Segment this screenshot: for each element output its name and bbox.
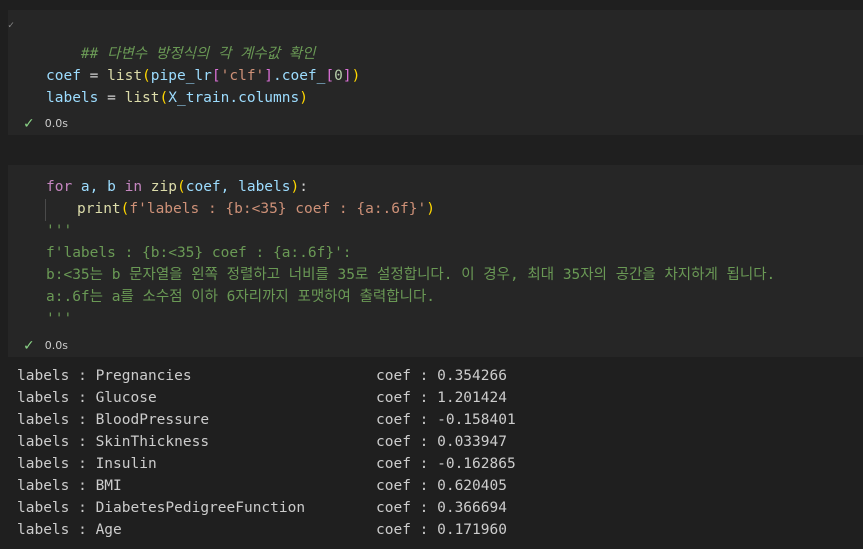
- output-label: labels : Insulin: [17, 456, 157, 472]
- token: 0: [334, 68, 343, 84]
- token: ): [299, 90, 308, 106]
- output-label: labels : Glucose: [17, 390, 157, 406]
- output-row: labels : DiabetesPedigreeFunction coef : …: [17, 497, 507, 519]
- cell-status: ✓ 0.0s: [23, 337, 68, 355]
- code-line-print: print(f'labels : {b:<35} coef : {a:.6f}'…: [77, 198, 435, 220]
- token: list: [124, 90, 160, 106]
- output-coef: coef : 0.354266: [376, 368, 507, 384]
- output-coef: coef : 1.201424: [376, 390, 507, 406]
- token: for: [46, 179, 73, 195]
- output-row: labels : Glucose coef : 1.201424: [17, 387, 507, 409]
- code-line-coef: coef = list(pipe_lr['clf'].coef_[0]): [46, 65, 360, 87]
- token: ]: [342, 68, 352, 84]
- token: =: [80, 68, 108, 84]
- code-cell-1[interactable]: ✓ ## 다변수 방정식의 각 계수값 확인 coef = list(pipe_…: [8, 10, 863, 135]
- code-line-comment: ## 다변수 방정식의 각 계수값 확인: [46, 21, 316, 62]
- code-line-labels: labels = list(X_train.columns): [46, 87, 308, 109]
- token: a, b: [72, 179, 125, 195]
- output-label: labels : Age: [17, 522, 122, 538]
- comment-text: ## 다변수 방정식의 각 계수값 확인: [80, 46, 316, 62]
- exec-time: 0.0s: [44, 117, 68, 130]
- output-row: labels : BMI coef : 0.620405: [17, 475, 507, 497]
- output-label: labels : BMI: [17, 478, 122, 494]
- token: pipe_lr: [150, 68, 212, 84]
- token: 'clf': [220, 68, 265, 84]
- chevron-icon[interactable]: ✓: [8, 21, 16, 31]
- cell-status: ✓ 0.0s: [23, 115, 68, 133]
- token: ): [351, 68, 361, 84]
- token: :: [299, 179, 308, 195]
- output-label: labels : SkinThickness: [17, 434, 210, 450]
- docstring-line: ''': [46, 223, 73, 239]
- check-icon: ✓: [23, 338, 35, 354]
- token: .coef_: [273, 68, 326, 84]
- exec-time: 0.0s: [44, 339, 68, 352]
- output-coef: coef : 0.366694: [376, 500, 507, 516]
- output-row: labels : BloodPressure coef : -0.158401: [17, 409, 516, 431]
- token: in: [124, 179, 143, 195]
- check-icon: ✓: [23, 116, 35, 132]
- output-row: labels : Age coef : 0.171960: [17, 519, 507, 541]
- docstring-line: b:<35는 b 문자열을 왼쪽 정렬하고 너비를 35로 설정합니다. 이 경…: [46, 267, 776, 283]
- docstring-line: a:.6f는 a를 소수점 이하 6자리까지 포맷하여 출력합니다.: [46, 289, 436, 305]
- output-row: labels : Insulin coef : -0.162865: [17, 453, 516, 475]
- docstring-line: f'labels : {b:<35} coef : {a:.6f}':: [46, 245, 352, 261]
- output-coef: coef : 0.033947: [376, 434, 507, 450]
- docstring-line: ''': [46, 311, 73, 327]
- output-row: labels : SkinThickness coef : 0.033947: [17, 431, 507, 453]
- token: ): [426, 201, 435, 217]
- token: zip: [150, 179, 177, 195]
- token: =: [98, 90, 125, 106]
- token: X_train.columns: [168, 90, 300, 106]
- token: (: [142, 68, 151, 84]
- output-coef: coef : 0.171960: [376, 522, 507, 538]
- code-cell-2[interactable]: for a, b in zip(coef, labels): print(f'l…: [8, 165, 863, 357]
- output-label: labels : DiabetesPedigreeFunction: [17, 500, 306, 516]
- output-row: labels : Pregnancies coef : 0.354266: [17, 365, 507, 387]
- token: print: [77, 201, 121, 217]
- token: coef, labels: [185, 179, 291, 195]
- token: [: [325, 68, 335, 84]
- token: list: [107, 68, 143, 84]
- token: f'labels : {b:<35} coef : {a:.6f}': [129, 201, 427, 217]
- output-label: labels : Pregnancies: [17, 368, 192, 384]
- token: coef: [46, 68, 81, 84]
- token: (: [177, 179, 186, 195]
- output-coef: coef : -0.162865: [376, 456, 516, 472]
- indent-guide: [45, 199, 46, 221]
- token: ]: [264, 68, 274, 84]
- token: (: [159, 90, 169, 106]
- token: ): [290, 179, 300, 195]
- token: [: [211, 68, 221, 84]
- token: labels: [46, 90, 99, 106]
- output-label: labels : BloodPressure: [17, 412, 210, 428]
- output-coef: coef : 0.620405: [376, 478, 507, 494]
- output-coef: coef : -0.158401: [376, 412, 516, 428]
- code-line-for: for a, b in zip(coef, labels):: [46, 176, 308, 198]
